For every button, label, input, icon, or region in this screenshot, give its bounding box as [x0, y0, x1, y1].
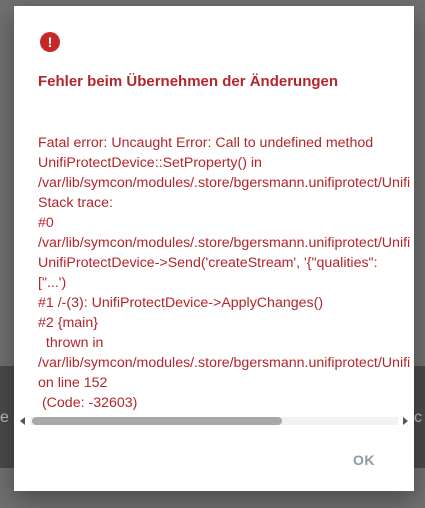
- horizontal-scrollbar[interactable]: [20, 415, 408, 427]
- message-line: #0: [38, 215, 54, 231]
- scroll-left-arrow-icon[interactable]: [20, 417, 25, 425]
- message-line: on line 152: [38, 375, 108, 391]
- message-line: /var/lib/symcon/modules/.store/bgersmann…: [38, 175, 411, 191]
- error-message: Fatal error: Uncaught Error: Call to und…: [38, 133, 414, 413]
- scroll-track[interactable]: [30, 417, 398, 425]
- message-line: #2 {main}: [38, 315, 98, 331]
- message-line: #1 /-(3): UnifiProtectDevice->ApplyChang…: [38, 295, 324, 311]
- dialog-title: Fehler beim Übernehmen der Änderungen: [38, 73, 339, 90]
- message-line: UnifiProtectDevice->Send('createStream',…: [38, 255, 378, 271]
- background-text-right: c: [414, 409, 422, 426]
- scroll-thumb[interactable]: [32, 417, 282, 425]
- message-line: ["...'): [38, 275, 67, 291]
- message-line: (Code: -32603): [38, 395, 138, 411]
- message-line: Fatal error: Uncaught Error: Call to und…: [38, 135, 374, 151]
- message-line: /var/lib/symcon/modules/.store/bgersmann…: [38, 235, 411, 251]
- background-text-left: e: [0, 409, 9, 426]
- error-icon: !: [40, 32, 60, 52]
- ok-button[interactable]: OK: [344, 447, 384, 473]
- error-dialog: ! Fehler beim Übernehmen der Änderungen …: [14, 6, 414, 491]
- message-line: UnifiProtectDevice::SetProperty() in: [38, 155, 262, 171]
- message-line: /var/lib/symcon/modules/.store/bgersmann…: [38, 355, 411, 371]
- scroll-right-arrow-icon[interactable]: [403, 417, 408, 425]
- message-line: thrown in: [38, 335, 104, 351]
- message-line: Stack trace:: [38, 195, 113, 211]
